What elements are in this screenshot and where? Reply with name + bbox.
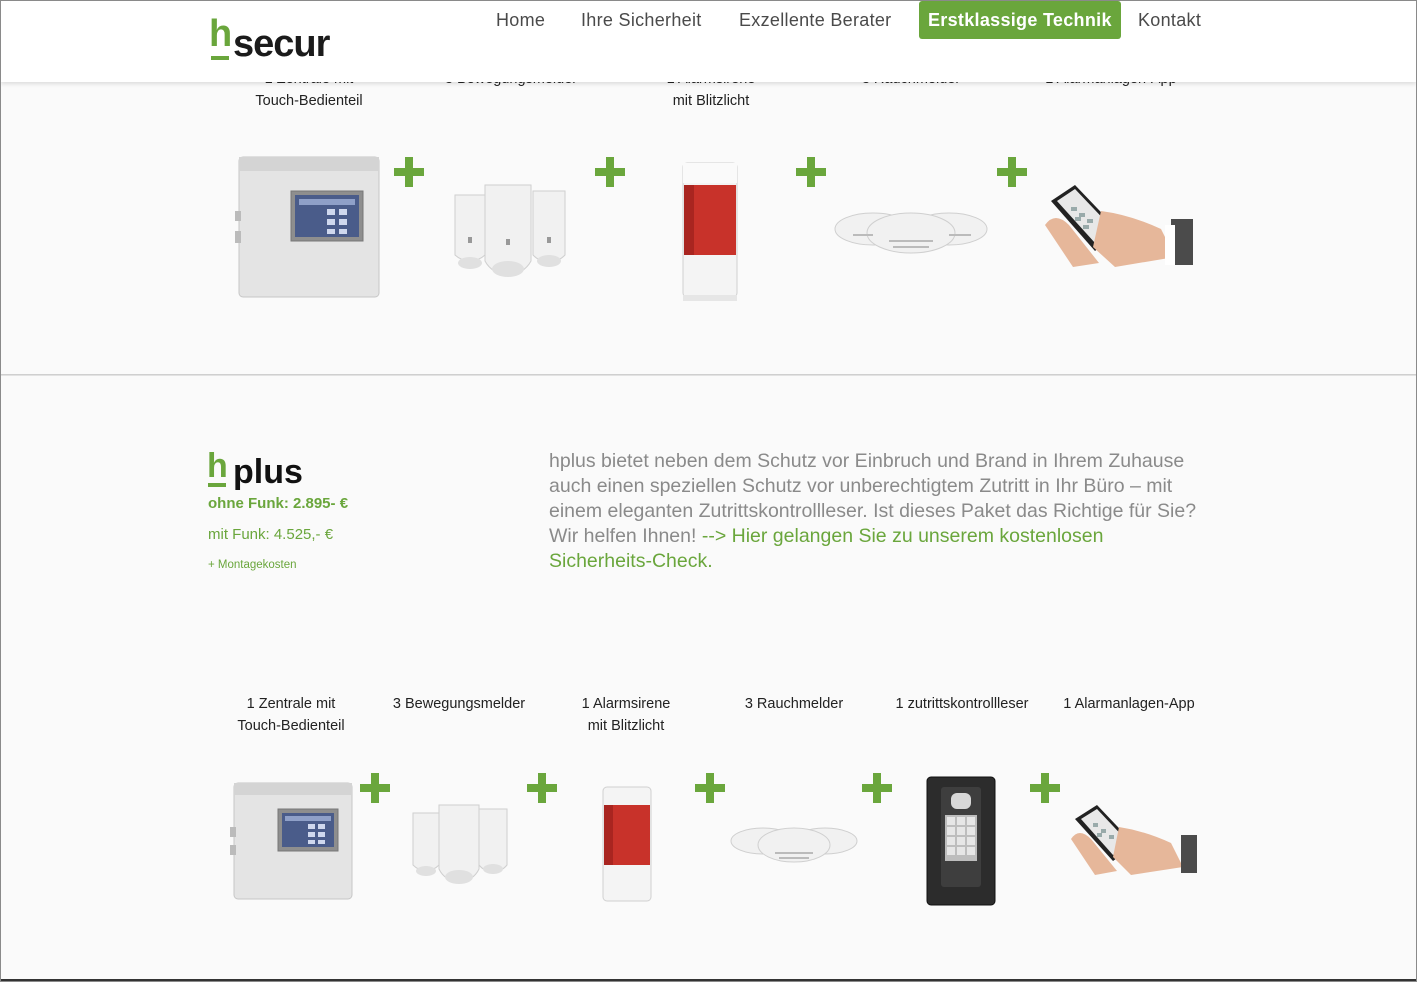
label-app-line1: 1 Alarmanlagen-App <box>1063 696 1195 712</box>
section-divider <box>1 374 1416 376</box>
plus-icon <box>527 773 557 803</box>
motion-detector-image <box>454 184 566 277</box>
label-alarmsirene-line2: mit Blitzlicht <box>587 718 665 734</box>
control-panel-image <box>230 782 353 900</box>
nav-kontakt[interactable]: Kontakt <box>1129 1 1210 39</box>
label-bewegungsmelder-line1: 3 Bewegungsmelder <box>392 696 526 712</box>
nav-erstklassige-technik[interactable]: Erstklassige Technik <box>919 1 1121 39</box>
siren-image <box>602 786 652 902</box>
plus-icon <box>1030 773 1060 803</box>
smoke-detector-image <box>834 212 988 254</box>
access-reader-image <box>926 776 996 906</box>
site-header: h secur Home Ihre Sicherheit Exzellente … <box>1 1 1416 82</box>
plus-icon <box>394 157 424 187</box>
hplus-description: hplus bietet neben dem Schutz vor Einbru… <box>549 449 1209 574</box>
smoke-detector-image <box>730 827 858 863</box>
plus-icon <box>595 157 625 187</box>
plus-icon <box>862 773 892 803</box>
app-smartphone-image <box>1045 185 1193 267</box>
label-zentrale-line2: Touch-Bedienteil <box>237 718 345 734</box>
nav-exzellente-berater[interactable]: Exzellente Berater <box>730 1 900 39</box>
hplus-logo-underline <box>208 483 226 487</box>
label-zentrale: 1 Zentrale mit Touch-Bedienteil <box>221 693 361 737</box>
hplus-logo-text: plus <box>233 453 303 491</box>
hplus-description-text: hplus bietet neben dem Schutz vor Einbru… <box>549 450 1197 522</box>
siren-image <box>682 162 738 301</box>
hplus-logo-h: h <box>207 447 228 485</box>
price-without-radio: ohne Funk: 2.895- € <box>208 495 349 512</box>
logo-h-letter: h <box>209 13 232 55</box>
control-panel-image <box>235 156 380 298</box>
logo-underline <box>211 56 229 60</box>
logo-text: secur <box>233 23 330 65</box>
plus-icon <box>796 157 826 187</box>
label-bewegungsmelder: 3 Bewegungsmelder <box>386 693 532 715</box>
label-alarmsirene: 1 Alarmsirene mit Blitzlicht <box>559 693 693 737</box>
label-zutrittskontrollleser-line1: 1 zutrittskontrollleser <box>895 696 1029 712</box>
page: h secur Home Ihre Sicherheit Exzellente … <box>0 0 1417 982</box>
label-zutrittskontrollleser: 1 zutrittskontrollleser <box>883 693 1041 715</box>
app-smartphone-image <box>1071 805 1197 875</box>
installation-costs-note: + Montagekosten <box>208 559 297 571</box>
plus-icon <box>695 773 725 803</box>
nav-ihre-sicherheit[interactable]: Ihre Sicherheit <box>572 1 711 39</box>
top-label-zentrale-line2: Touch-Bedienteil <box>255 93 363 109</box>
label-rauchmelder: 3 Rauchmelder <box>729 693 859 715</box>
plus-icon <box>360 773 390 803</box>
label-alarmsirene-line1: 1 Alarmsirene <box>581 696 671 712</box>
nav-home[interactable]: Home <box>487 1 554 39</box>
label-zentrale-line1: 1 Zentrale mit <box>246 696 336 712</box>
top-label-alarmsirene-line2: mit Blitzlicht <box>672 93 750 109</box>
label-rauchmelder-line1: 3 Rauchmelder <box>744 696 844 712</box>
label-app: 1 Alarmanlagen-App <box>1056 693 1202 715</box>
help-text: Wir helfen Ihnen! <box>549 525 702 547</box>
motion-detector-image <box>412 804 508 884</box>
plus-icon <box>997 157 1027 187</box>
price-with-radio: mit Funk: 4.525,- € <box>208 526 334 543</box>
